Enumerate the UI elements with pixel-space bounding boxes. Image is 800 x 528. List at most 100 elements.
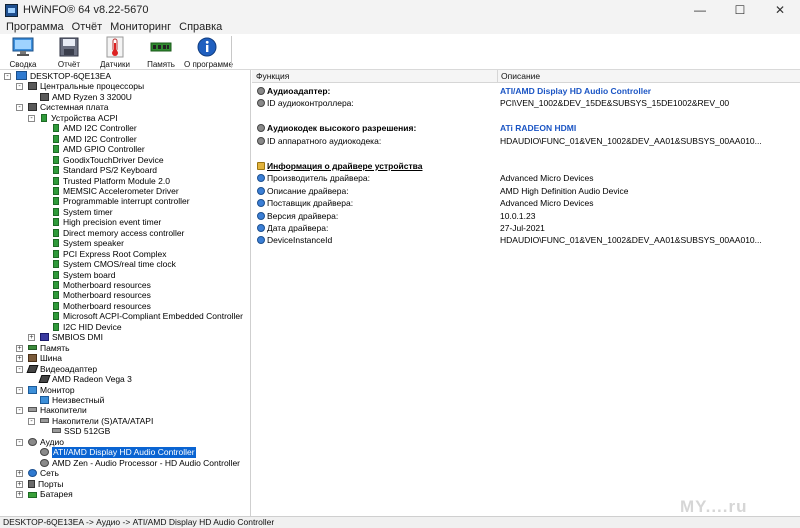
detail-row[interactable]: Производитель драйвера: Advanced Micro De… — [252, 172, 800, 184]
tree-item[interactable]: Programmable interrupt controller — [52, 196, 190, 206]
detail-row[interactable]: DeviceInstanceId HDAUDIO\FUNC_01&VEN_1002… — [252, 234, 800, 246]
tree-item[interactable]: - Накопители — [16, 405, 87, 415]
green-icon — [53, 249, 59, 258]
details-pane: Функция Описание Аудиоадаптер: ATI/AMD Di… — [252, 70, 800, 516]
menu-monitoring[interactable]: Мониторинг — [106, 20, 175, 34]
expand-icon[interactable]: + — [16, 355, 23, 363]
column-header-description[interactable]: Описание — [501, 70, 540, 83]
tree-item[interactable]: - DESKTOP-6QE13EA — [4, 71, 111, 81]
tree-item[interactable]: ATI/AMD Display HD Audio Controller — [40, 447, 196, 458]
property-icon — [257, 211, 265, 220]
tree-item[interactable]: Motherboard resources — [52, 290, 151, 300]
tree-item[interactable]: Direct memory access controller — [52, 228, 184, 238]
tree-item-label: AMD Ryzen 3 3200U — [52, 91, 132, 102]
chip-icon — [28, 103, 37, 112]
collapse-icon[interactable]: - — [4, 73, 11, 80]
tree-item[interactable]: - Монитор — [16, 385, 75, 395]
tree-item[interactable]: + SMBIOS DMI — [28, 332, 103, 342]
detail-row[interactable]: Поставщик драйвера: Advanced Micro Device… — [252, 197, 800, 209]
summary-button[interactable]: Сводка — [0, 34, 46, 70]
detail-row[interactable]: Дата драйвера: 27-Jul-2021 — [252, 222, 800, 234]
tree-item[interactable]: GoodixTouchDriver Device — [52, 155, 164, 165]
expand-icon[interactable]: + — [16, 344, 23, 352]
collapse-icon[interactable]: - — [16, 83, 23, 91]
device-tree[interactable]: - DESKTOP-6QE13EA - Центральные процессоры A… — [0, 70, 251, 516]
report-button[interactable]: Отчёт — [46, 34, 92, 70]
tree-item[interactable]: Motherboard resources — [52, 301, 151, 311]
tree-item[interactable]: - Видеоадаптер — [16, 364, 97, 374]
tree-item-label: Устройства ACPI — [51, 112, 118, 123]
collapse-icon[interactable]: - — [16, 365, 23, 373]
tree-item[interactable]: Microsoft ACPI-Compliant Embedded Contro… — [52, 311, 243, 321]
close-button[interactable]: ✕ — [760, 0, 800, 20]
tree-item[interactable]: + Батарея — [16, 489, 73, 499]
detail-key-text: Производитель драйвера: — [267, 173, 370, 184]
sensors-button[interactable]: Датчики — [92, 34, 138, 70]
minimize-button[interactable]: — — [680, 0, 720, 20]
tree-item[interactable]: SSD 512GB — [52, 426, 110, 436]
detail-row[interactable]: Аудиоадаптер: ATI/AMD Display HD Audio Co… — [252, 85, 800, 97]
tree-item[interactable]: I2C HID Device — [52, 322, 122, 332]
speaker-icon — [257, 124, 265, 133]
tree-item[interactable]: AMD I2C Controller — [52, 134, 137, 144]
tree-item[interactable]: AMD Ryzen 3 3200U — [40, 92, 132, 102]
menu-program[interactable]: Программа — [2, 20, 68, 34]
tree-item[interactable]: System CMOS/real time clock — [52, 259, 176, 269]
column-divider[interactable] — [497, 70, 498, 83]
tree-item[interactable]: System board — [52, 270, 115, 280]
detail-row[interactable] — [252, 110, 800, 122]
green-icon — [53, 176, 59, 185]
detail-row[interactable]: Информация о драйвере устройства — [252, 160, 800, 172]
tree-item[interactable]: AMD GPIO Controller — [52, 144, 145, 154]
tree-item[interactable]: + Сеть — [16, 468, 59, 478]
about-button[interactable]: О программе — [184, 34, 233, 70]
tree-item[interactable]: Motherboard resources — [52, 280, 151, 290]
collapse-icon[interactable]: - — [16, 407, 23, 415]
maximize-button[interactable]: ☐ — [720, 0, 760, 20]
tree-item[interactable]: AMD I2C Controller — [52, 123, 137, 133]
tree-item[interactable]: PCI Express Root Complex — [52, 249, 166, 259]
tree-item-label: MEMSIC Accelerometer Driver — [63, 185, 179, 196]
tree-item[interactable]: AMD Radeon Vega 3 — [38, 374, 132, 384]
tree-item[interactable]: - Системная плата — [16, 102, 109, 112]
tree-item[interactable]: AMD Zen - Audio Processor - HD Audio Con… — [40, 458, 240, 468]
collapse-icon[interactable]: - — [16, 104, 23, 112]
tree-item[interactable]: High precision event timer — [52, 217, 161, 227]
tree-item[interactable]: - Накопители (S)ATA/ATAPI — [28, 416, 153, 426]
collapse-icon[interactable]: - — [16, 438, 23, 446]
expand-icon[interactable]: + — [16, 491, 23, 498]
column-header-function[interactable]: Функция — [256, 70, 289, 83]
port-icon — [28, 479, 35, 488]
menu-report[interactable]: Отчёт — [68, 20, 106, 34]
tree-item[interactable]: + Шина — [16, 353, 62, 363]
menu-help[interactable]: Справка — [175, 20, 226, 34]
detail-row[interactable]: Описание драйвера: AMD High Definition Au… — [252, 185, 800, 197]
memory-button[interactable]: Память — [138, 34, 184, 70]
detail-row[interactable]: Аудиокодек высокого разрешения: ATi RADEO… — [252, 122, 800, 134]
detail-row[interactable]: Версия драйвера: 10.0.1.23 — [252, 210, 800, 222]
tree-item[interactable]: + Память — [16, 343, 70, 353]
tree-item[interactable]: - Центральные процессоры — [16, 81, 144, 91]
collapse-icon[interactable]: - — [28, 114, 35, 122]
detail-value: AMD High Definition Audio Device — [500, 185, 629, 196]
tree-item[interactable]: - Аудио — [16, 437, 64, 447]
tree-item[interactable]: - Устройства ACPI — [28, 112, 118, 123]
tree-item[interactable]: System speaker — [52, 238, 124, 248]
tree-item[interactable]: + Порты — [16, 479, 63, 489]
detail-row[interactable]: ID аудиоконтроллера: PCI\VEN_1002&DEV_15D… — [252, 97, 800, 109]
expand-icon[interactable]: + — [16, 470, 23, 478]
detail-key: Аудиоадаптер: — [257, 85, 330, 97]
tree-item[interactable]: Trusted Platform Module 2.0 — [52, 176, 170, 186]
tree-item[interactable]: System timer — [52, 207, 113, 217]
tree-item[interactable]: Standard PS/2 Keyboard — [52, 165, 157, 175]
collapse-icon[interactable]: - — [16, 386, 23, 394]
tree-item-label: System board — [63, 269, 116, 280]
expand-icon[interactable]: + — [16, 480, 23, 488]
collapse-icon[interactable]: - — [28, 417, 35, 425]
tree-item[interactable]: MEMSIC Accelerometer Driver — [52, 186, 179, 196]
detail-row[interactable]: ID аппаратного аудиокодека: HDAUDIO\FUNC_… — [252, 135, 800, 147]
green-icon — [41, 113, 47, 122]
expand-icon[interactable]: + — [28, 334, 35, 342]
detail-row[interactable] — [252, 147, 800, 159]
tree-item[interactable]: Неизвестный — [40, 395, 104, 405]
